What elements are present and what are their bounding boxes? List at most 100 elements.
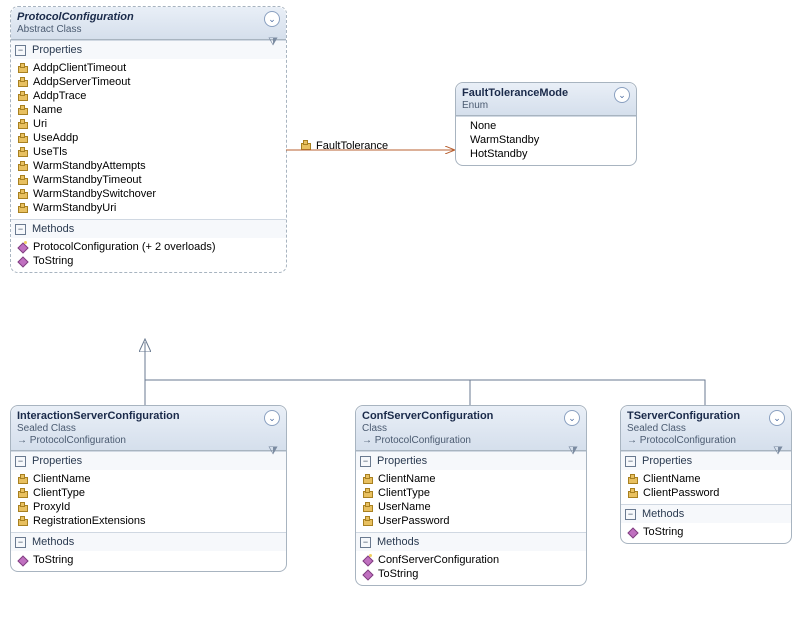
- property-item[interactable]: ProxyId: [11, 500, 286, 514]
- class-interaction-server-configuration[interactable]: InteractionServerConfiguration Sealed Cl…: [10, 405, 287, 572]
- property-item[interactable]: WarmStandbyAttempts: [11, 159, 286, 173]
- methods-section: Methods ToString: [11, 532, 286, 571]
- method-icon: [362, 555, 374, 567]
- enum-fault-tolerance-mode[interactable]: FaultToleranceMode Enum ⌄ None WarmStand…: [455, 82, 637, 166]
- properties-section: Properties ClientName ClientPassword: [621, 451, 791, 504]
- property-item[interactable]: AddpTrace: [11, 89, 286, 103]
- association-label: FaultTolerance: [300, 140, 388, 152]
- property-item[interactable]: AddpServerTimeout: [11, 75, 286, 89]
- class-inherits: ProtocolConfiguration: [17, 435, 280, 446]
- section-toggle[interactable]: [625, 509, 636, 520]
- class-conf-server-configuration[interactable]: ConfServerConfiguration Class ProtocolCo…: [355, 405, 587, 586]
- enum-value[interactable]: None: [456, 119, 636, 133]
- property-icon: [17, 203, 29, 215]
- collapse-icon[interactable]: ⌄: [264, 11, 280, 27]
- property-item[interactable]: UserPassword: [356, 514, 586, 528]
- filter-icon[interactable]: ⧩: [266, 444, 280, 458]
- collapse-icon[interactable]: ⌄: [264, 410, 280, 426]
- section-toggle[interactable]: [15, 45, 26, 56]
- properties-section: Properties ClientName ClientType UserNam…: [356, 451, 586, 532]
- property-icon: [17, 161, 29, 173]
- section-toggle[interactable]: [15, 456, 26, 467]
- class-stereotype: Class: [362, 423, 580, 434]
- property-item[interactable]: WarmStandbyUri: [11, 201, 286, 215]
- property-item[interactable]: Uri: [11, 117, 286, 131]
- property-item[interactable]: Name: [11, 103, 286, 117]
- section-toggle[interactable]: [15, 537, 26, 548]
- property-icon: [17, 119, 29, 131]
- class-stereotype: Sealed Class: [627, 423, 785, 434]
- class-inherits: ProtocolConfiguration: [362, 435, 580, 446]
- property-item[interactable]: ClientName: [356, 472, 586, 486]
- class-tserver-configuration[interactable]: TServerConfiguration Sealed Class Protoc…: [620, 405, 792, 544]
- property-icon: [362, 516, 374, 528]
- property-icon: [17, 133, 29, 145]
- property-item[interactable]: UserName: [356, 500, 586, 514]
- methods-section: Methods ToString: [621, 504, 791, 543]
- property-item[interactable]: WarmStandbySwitchover: [11, 187, 286, 201]
- property-icon: [362, 502, 374, 514]
- section-label: Properties: [32, 44, 82, 56]
- filter-icon[interactable]: ⧩: [771, 444, 785, 458]
- section-toggle[interactable]: [625, 456, 636, 467]
- class-title: TServerConfiguration: [627, 410, 785, 422]
- section-toggle[interactable]: [360, 537, 371, 548]
- method-item[interactable]: ProtocolConfiguration (+ 2 overloads): [11, 240, 286, 254]
- method-icon: [362, 569, 374, 581]
- section-label: Methods: [32, 223, 74, 235]
- section-toggle[interactable]: [360, 456, 371, 467]
- property-icon: [17, 488, 29, 500]
- property-icon: [17, 77, 29, 89]
- enum-value[interactable]: HotStandby: [456, 147, 636, 161]
- class-title: FaultToleranceMode: [462, 87, 630, 99]
- property-item[interactable]: UseTls: [11, 145, 286, 159]
- property-item[interactable]: AddpClientTimeout: [11, 61, 286, 75]
- method-icon: [17, 256, 29, 268]
- method-item[interactable]: ToString: [356, 567, 586, 581]
- property-item[interactable]: UseAddp: [11, 131, 286, 145]
- class-stereotype: Abstract Class: [17, 24, 280, 35]
- class-stereotype: Enum: [462, 100, 630, 111]
- property-item[interactable]: RegistrationExtensions: [11, 514, 286, 528]
- property-item[interactable]: ClientType: [356, 486, 586, 500]
- class-stereotype: Sealed Class: [17, 423, 280, 434]
- filter-icon[interactable]: ⧩: [566, 444, 580, 458]
- property-item[interactable]: ClientName: [621, 472, 791, 486]
- property-item[interactable]: ClientType: [11, 486, 286, 500]
- method-item[interactable]: ToString: [621, 525, 791, 539]
- panel-header[interactable]: TServerConfiguration Sealed Class Protoc…: [621, 406, 791, 451]
- method-icon: [17, 242, 29, 254]
- class-title: ConfServerConfiguration: [362, 410, 580, 422]
- section-toggle[interactable]: [15, 224, 26, 235]
- collapse-icon[interactable]: ⌄: [564, 410, 580, 426]
- class-title: InteractionServerConfiguration: [17, 410, 280, 422]
- inheritance-bus: [145, 380, 705, 405]
- collapse-icon[interactable]: ⌄: [614, 87, 630, 103]
- panel-header[interactable]: InteractionServerConfiguration Sealed Cl…: [11, 406, 286, 451]
- property-item[interactable]: ClientPassword: [621, 486, 791, 500]
- property-icon: [17, 502, 29, 514]
- class-protocol-configuration[interactable]: ProtocolConfiguration Abstract Class ⌄ ⧩…: [10, 6, 287, 273]
- property-item[interactable]: ClientName: [11, 472, 286, 486]
- class-inherits: ProtocolConfiguration: [627, 435, 785, 446]
- enum-values-section: None WarmStandby HotStandby: [456, 116, 636, 165]
- method-icon: [627, 527, 639, 539]
- method-icon: [17, 555, 29, 567]
- panel-header[interactable]: ProtocolConfiguration Abstract Class ⌄ ⧩: [11, 7, 286, 40]
- properties-section: Properties AddpClientTimeout AddpServerT…: [11, 40, 286, 219]
- panel-header[interactable]: FaultToleranceMode Enum ⌄: [456, 83, 636, 116]
- methods-section: Methods ConfServerConfiguration ToString: [356, 532, 586, 585]
- method-item[interactable]: ToString: [11, 254, 286, 268]
- property-icon: [17, 474, 29, 486]
- panel-header[interactable]: ConfServerConfiguration Class ProtocolCo…: [356, 406, 586, 451]
- method-item[interactable]: ToString: [11, 553, 286, 567]
- property-icon: [300, 140, 312, 152]
- property-icon: [17, 105, 29, 117]
- method-item[interactable]: ConfServerConfiguration: [356, 553, 586, 567]
- property-icon: [362, 474, 374, 486]
- enum-value[interactable]: WarmStandby: [456, 133, 636, 147]
- property-item[interactable]: WarmStandbyTimeout: [11, 173, 286, 187]
- filter-icon[interactable]: ⧩: [266, 35, 280, 49]
- property-icon: [17, 91, 29, 103]
- collapse-icon[interactable]: ⌄: [769, 410, 785, 426]
